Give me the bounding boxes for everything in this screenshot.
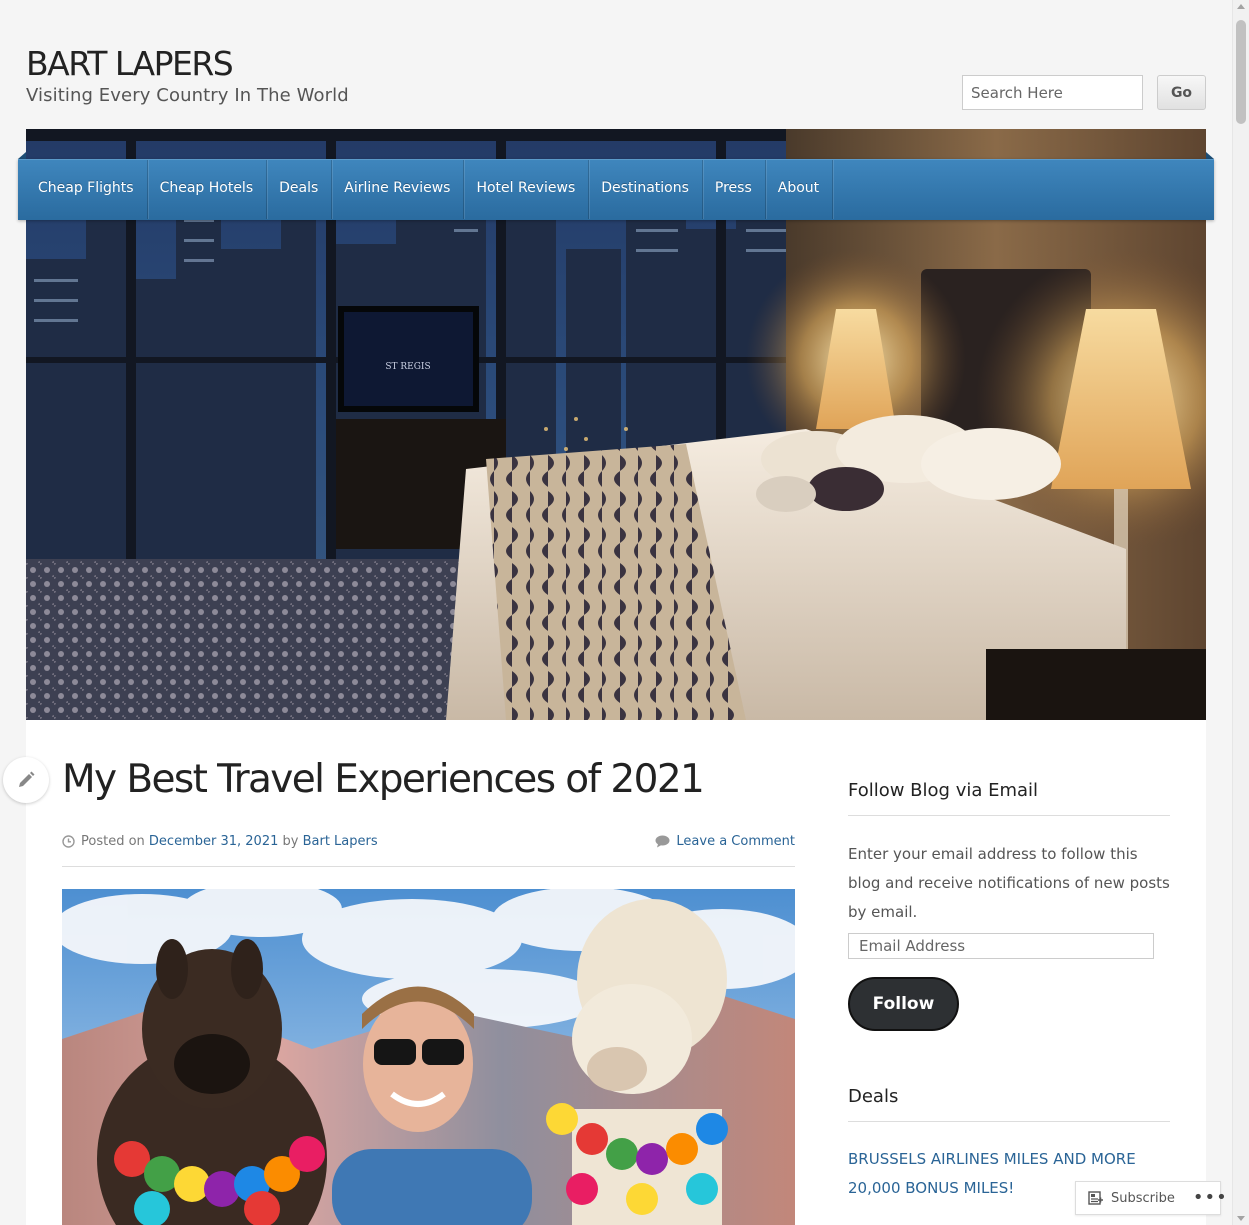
nav-item-cheap-flights[interactable]: Cheap Flights	[18, 160, 148, 219]
subscribe-button[interactable]: Subscribe	[1076, 1182, 1175, 1214]
deals-widget-divider	[848, 1121, 1170, 1122]
nav-item-airline-reviews[interactable]: Airline Reviews	[332, 160, 465, 219]
edit-post-button[interactable]	[3, 757, 49, 803]
page-scrollbar[interactable]	[1232, 0, 1249, 1225]
post-featured-image[interactable]	[62, 889, 795, 1225]
posted-on-label: Posted on	[81, 834, 145, 849]
scrollbar-thumb[interactable]	[1236, 20, 1246, 124]
nav-item-destinations[interactable]: Destinations	[589, 160, 703, 219]
follow-button[interactable]: Follow	[848, 977, 959, 1031]
scroll-up-arrow-icon[interactable]	[1237, 4, 1245, 9]
follow-widget-title: Follow Blog via Email	[848, 780, 1039, 801]
nav-ribbon-fold-right	[1206, 152, 1214, 159]
llamas-photo	[62, 889, 795, 1225]
search-go-button[interactable]: Go	[1157, 75, 1206, 110]
email-address-field[interactable]	[848, 933, 1154, 959]
search-input[interactable]	[962, 75, 1143, 110]
site-title[interactable]: BART LAPERS	[26, 44, 234, 83]
subscribe-label: Subscribe	[1111, 1190, 1175, 1206]
nav-item-hotel-reviews[interactable]: Hotel Reviews	[464, 160, 590, 219]
author-link[interactable]: Bart Lapers	[303, 834, 378, 849]
nav-item-about[interactable]: About	[766, 160, 834, 219]
deals-widget-title: Deals	[848, 1086, 899, 1107]
nav-ribbon-fold-left	[18, 152, 26, 159]
main-navigation: Cheap Flights Cheap Hotels Deals Airline…	[18, 159, 1214, 220]
nav-item-cheap-hotels[interactable]: Cheap Hotels	[148, 160, 268, 219]
subscribe-bar: Subscribe •••	[1075, 1181, 1227, 1215]
post-meta: Posted on December 31, 2021 by Bart Lape…	[62, 834, 795, 849]
post-date-link[interactable]: December 31, 2021	[149, 834, 278, 849]
clock-icon	[62, 835, 75, 848]
reader-subscribe-icon	[1088, 1191, 1103, 1205]
leave-comment-link[interactable]: Leave a Comment	[676, 834, 795, 849]
post-title[interactable]: My Best Travel Experiences of 2021	[62, 757, 705, 802]
pencil-icon	[19, 771, 35, 787]
more-options-icon[interactable]: •••	[1193, 1189, 1228, 1207]
nav-item-press[interactable]: Press	[703, 160, 766, 219]
follow-widget-divider	[848, 815, 1170, 816]
follow-widget-text: Enter your email address to follow this …	[848, 845, 1170, 921]
tv-logo-text: ST REGIS	[385, 362, 430, 372]
site-tagline: Visiting Every Country In The World	[26, 85, 349, 106]
by-label: by	[282, 834, 299, 849]
meta-divider	[62, 866, 795, 867]
nav-item-deals[interactable]: Deals	[267, 160, 333, 219]
comment-icon	[655, 835, 670, 848]
scroll-down-arrow-icon[interactable]	[1237, 1216, 1245, 1221]
